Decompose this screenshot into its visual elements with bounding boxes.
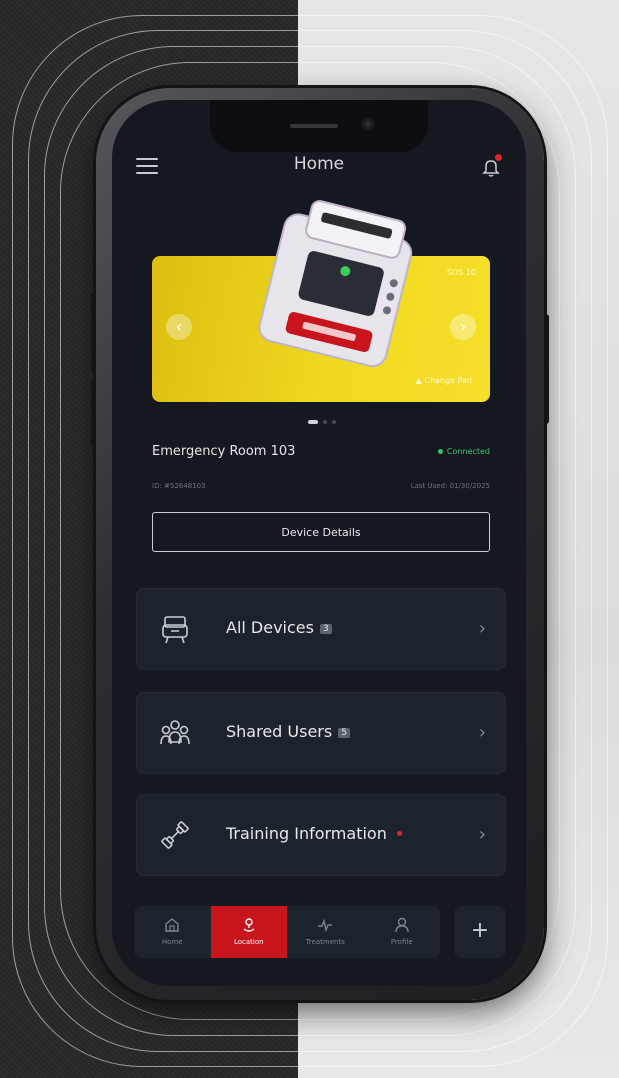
menu-label-shared-users: Shared Users [226,722,333,741]
menu-label-training-information: Training Information [226,824,387,843]
tab-profile[interactable]: Profile [364,906,441,958]
training-information-card[interactable]: Training Information › [136,794,506,876]
phone-screen: Home ‹ › SOS 10 ▲ Change Pad Emergency R… [112,100,526,986]
device-room-name: Emergency Room 103 [152,444,296,459]
tab-treatments[interactable]: Treatments [287,906,364,958]
carousel-dot[interactable] [323,420,327,424]
carousel-dots [308,420,336,424]
home-icon [165,918,179,932]
users-icon [160,720,190,745]
connection-status: Connected [438,447,490,456]
menu-label-all-devices: All Devices [226,618,314,637]
carousel-dot[interactable] [308,420,318,424]
notification-bell-icon[interactable] [480,154,502,178]
notification-dot [396,831,402,836]
devices-icon [162,616,188,644]
carousel-dot[interactable] [332,420,336,424]
aed-device-image [258,200,413,368]
all-devices-card[interactable]: All Devices 3 › [136,588,506,670]
profile-icon [395,917,409,933]
tab-home[interactable]: Home [134,906,211,958]
tab-label: Location [233,938,264,946]
tab-label: Home [161,938,183,946]
shared-users-card[interactable]: Shared Users 5 › [136,692,506,774]
page-title: Home [293,154,345,174]
location-icon [243,918,255,932]
battery-status: SOS 10 [446,268,476,277]
speaker [290,124,338,128]
device-details-button[interactable]: Device Details [152,512,490,552]
tab-label: Treatments [305,938,345,946]
count-badge: 3 [319,624,332,634]
chevron-right-icon: › [478,824,486,845]
add-button[interactable]: + [454,906,506,958]
dumbbell-icon [161,821,189,849]
pad-warning-text: Change Pad [424,376,472,385]
tab-location[interactable]: Location [210,906,287,958]
pulse-icon [318,918,333,933]
notification-dot [495,154,502,161]
carousel-prev-button[interactable]: ‹ [166,314,192,340]
bottom-tab-bar: Home Location Treatments Profile [134,906,440,958]
top-bar: Home [112,150,526,184]
camera [362,118,374,130]
count-badge: 5 [338,728,350,738]
chevron-right-icon: › [478,618,486,639]
tab-label: Profile [390,938,413,946]
last-used-date: Last Used: 01/30/2025 [410,482,490,490]
device-id: ID: #52648103 [152,482,206,490]
carousel-next-button[interactable]: › [450,314,476,340]
notch [210,100,428,152]
chevron-right-icon: › [478,722,486,743]
